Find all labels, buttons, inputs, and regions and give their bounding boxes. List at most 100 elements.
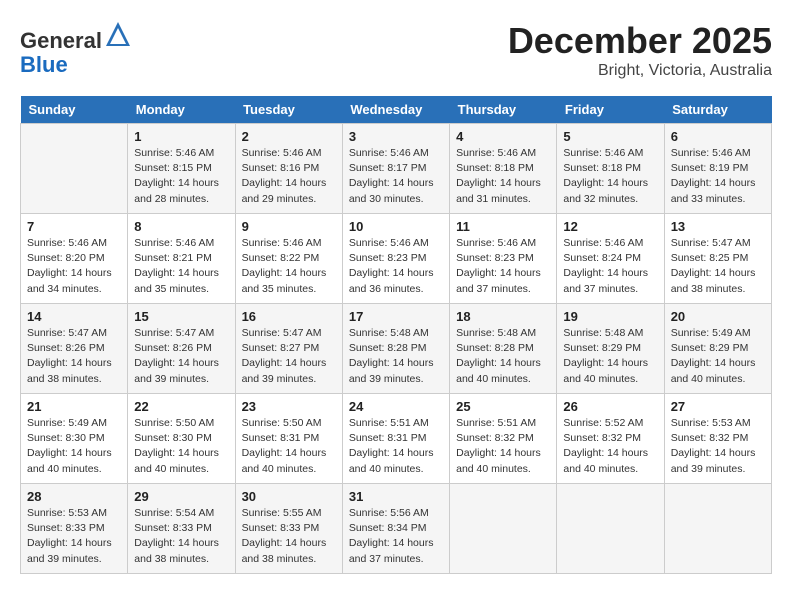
day-content: Sunrise: 5:47 AM Sunset: 8:26 PM Dayligh… [134, 326, 228, 387]
day-number: 6 [671, 129, 765, 144]
week-row-3: 14Sunrise: 5:47 AM Sunset: 8:26 PM Dayli… [21, 304, 772, 394]
day-number: 25 [456, 399, 550, 414]
day-content: Sunrise: 5:46 AM Sunset: 8:18 PM Dayligh… [456, 146, 550, 207]
week-row-2: 7 Sunrise: 5:46 AM Sunset: 8:20 PM Daylig… [21, 214, 772, 304]
calendar-cell: 12 Sunrise: 5:46 AM Sunset: 8:24 PM Dayli… [557, 214, 664, 304]
day-content: Sunrise: 5:46 AM Sunset: 8:20 PM Dayligh… [27, 236, 121, 297]
day-number: 18 [456, 309, 550, 324]
calendar-cell: 9 Sunrise: 5:46 AM Sunset: 8:22 PM Daylig… [235, 214, 342, 304]
day-content: Sunrise: 5:46 AM Sunset: 8:21 PM Dayligh… [134, 236, 228, 297]
day-content: Sunrise: 5:48 AM Sunset: 8:29 PM Dayligh… [563, 326, 657, 387]
day-content: Sunrise: 5:46 AM Sunset: 8:15 PM Dayligh… [134, 146, 228, 207]
calendar-cell: 8 Sunrise: 5:46 AM Sunset: 8:21 PM Daylig… [128, 214, 235, 304]
day-number: 15 [134, 309, 228, 324]
day-number: 27 [671, 399, 765, 414]
title-block: December 2025 Bright, Victoria, Australi… [508, 20, 772, 80]
logo-blue-text: Blue [20, 52, 68, 77]
calendar-cell: 7 Sunrise: 5:46 AM Sunset: 8:20 PM Daylig… [21, 214, 128, 304]
day-number: 8 [134, 219, 228, 234]
location: Bright, Victoria, Australia [508, 62, 772, 80]
calendar-cell: 6 Sunrise: 5:46 AM Sunset: 8:19 PM Daylig… [664, 124, 771, 214]
day-content: Sunrise: 5:46 AM Sunset: 8:19 PM Dayligh… [671, 146, 765, 207]
week-row-5: 28Sunrise: 5:53 AM Sunset: 8:33 PM Dayli… [21, 484, 772, 574]
day-number: 16 [242, 309, 336, 324]
day-number: 23 [242, 399, 336, 414]
day-content: Sunrise: 5:50 AM Sunset: 8:30 PM Dayligh… [134, 416, 228, 477]
calendar-cell: 5 Sunrise: 5:46 AM Sunset: 8:18 PM Daylig… [557, 124, 664, 214]
calendar-cell: 14Sunrise: 5:47 AM Sunset: 8:26 PM Dayli… [21, 304, 128, 394]
page-header: General Blue December 2025 Bright, Victo… [20, 20, 772, 80]
day-content: Sunrise: 5:51 AM Sunset: 8:31 PM Dayligh… [349, 416, 443, 477]
day-content: Sunrise: 5:47 AM Sunset: 8:27 PM Dayligh… [242, 326, 336, 387]
calendar-cell: 21Sunrise: 5:49 AM Sunset: 8:30 PM Dayli… [21, 394, 128, 484]
day-content: Sunrise: 5:46 AM Sunset: 8:23 PM Dayligh… [456, 236, 550, 297]
day-content: Sunrise: 5:50 AM Sunset: 8:31 PM Dayligh… [242, 416, 336, 477]
day-content: Sunrise: 5:55 AM Sunset: 8:33 PM Dayligh… [242, 506, 336, 567]
day-header-thursday: Thursday [450, 96, 557, 124]
calendar-cell: 24 Sunrise: 5:51 AM Sunset: 8:31 PM Dayli… [342, 394, 449, 484]
calendar-cell: 4 Sunrise: 5:46 AM Sunset: 8:18 PM Daylig… [450, 124, 557, 214]
day-number: 4 [456, 129, 550, 144]
day-number: 19 [563, 309, 657, 324]
day-number: 24 [349, 399, 443, 414]
calendar-cell: 26Sunrise: 5:52 AM Sunset: 8:32 PM Dayli… [557, 394, 664, 484]
day-content: Sunrise: 5:47 AM Sunset: 8:26 PM Dayligh… [27, 326, 121, 387]
day-content: Sunrise: 5:46 AM Sunset: 8:23 PM Dayligh… [349, 236, 443, 297]
calendar-cell: 29Sunrise: 5:54 AM Sunset: 8:33 PM Dayli… [128, 484, 235, 574]
day-number: 21 [27, 399, 121, 414]
day-content: Sunrise: 5:54 AM Sunset: 8:33 PM Dayligh… [134, 506, 228, 567]
calendar-cell: 30 Sunrise: 5:55 AM Sunset: 8:33 PM Dayli… [235, 484, 342, 574]
day-header-saturday: Saturday [664, 96, 771, 124]
logo-icon [104, 20, 132, 48]
calendar-cell: 20 Sunrise: 5:49 AM Sunset: 8:29 PM Dayli… [664, 304, 771, 394]
calendar-cell: 15 Sunrise: 5:47 AM Sunset: 8:26 PM Dayli… [128, 304, 235, 394]
week-row-4: 21Sunrise: 5:49 AM Sunset: 8:30 PM Dayli… [21, 394, 772, 484]
calendar-cell: 19 Sunrise: 5:48 AM Sunset: 8:29 PM Dayli… [557, 304, 664, 394]
calendar-cell: 31Sunrise: 5:56 AM Sunset: 8:34 PM Dayli… [342, 484, 449, 574]
day-header-wednesday: Wednesday [342, 96, 449, 124]
day-number: 9 [242, 219, 336, 234]
calendar-cell: 27 Sunrise: 5:53 AM Sunset: 8:32 PM Dayli… [664, 394, 771, 484]
day-number: 17 [349, 309, 443, 324]
calendar-cell: 16 Sunrise: 5:47 AM Sunset: 8:27 PM Dayli… [235, 304, 342, 394]
calendar-cell: 1 Sunrise: 5:46 AM Sunset: 8:15 PM Daylig… [128, 124, 235, 214]
calendar-cell: 3Sunrise: 5:46 AM Sunset: 8:17 PM Daylig… [342, 124, 449, 214]
calendar-cell: 11Sunrise: 5:46 AM Sunset: 8:23 PM Dayli… [450, 214, 557, 304]
calendar-cell: 25 Sunrise: 5:51 AM Sunset: 8:32 PM Dayli… [450, 394, 557, 484]
calendar-cell [557, 484, 664, 574]
day-content: Sunrise: 5:56 AM Sunset: 8:34 PM Dayligh… [349, 506, 443, 567]
calendar-cell [664, 484, 771, 574]
day-content: Sunrise: 5:48 AM Sunset: 8:28 PM Dayligh… [456, 326, 550, 387]
day-header-tuesday: Tuesday [235, 96, 342, 124]
day-number: 12 [563, 219, 657, 234]
day-number: 22 [134, 399, 228, 414]
day-number: 10 [349, 219, 443, 234]
day-number: 20 [671, 309, 765, 324]
day-number: 1 [134, 129, 228, 144]
day-number: 2 [242, 129, 336, 144]
day-number: 13 [671, 219, 765, 234]
day-content: Sunrise: 5:51 AM Sunset: 8:32 PM Dayligh… [456, 416, 550, 477]
calendar-cell: 18 Sunrise: 5:48 AM Sunset: 8:28 PM Dayli… [450, 304, 557, 394]
day-content: Sunrise: 5:53 AM Sunset: 8:32 PM Dayligh… [671, 416, 765, 477]
day-header-monday: Monday [128, 96, 235, 124]
logo-general-text: General [20, 28, 102, 53]
day-content: Sunrise: 5:46 AM Sunset: 8:22 PM Dayligh… [242, 236, 336, 297]
day-number: 30 [242, 489, 336, 504]
calendar-cell: 28Sunrise: 5:53 AM Sunset: 8:33 PM Dayli… [21, 484, 128, 574]
day-content: Sunrise: 5:46 AM Sunset: 8:16 PM Dayligh… [242, 146, 336, 207]
day-content: Sunrise: 5:46 AM Sunset: 8:24 PM Dayligh… [563, 236, 657, 297]
calendar-cell: 13Sunrise: 5:47 AM Sunset: 8:25 PM Dayli… [664, 214, 771, 304]
day-content: Sunrise: 5:48 AM Sunset: 8:28 PM Dayligh… [349, 326, 443, 387]
day-header-friday: Friday [557, 96, 664, 124]
day-number: 5 [563, 129, 657, 144]
calendar-cell: 17 Sunrise: 5:48 AM Sunset: 8:28 PM Dayli… [342, 304, 449, 394]
calendar-cell: 2 Sunrise: 5:46 AM Sunset: 8:16 PM Daylig… [235, 124, 342, 214]
day-number: 7 [27, 219, 121, 234]
day-number: 26 [563, 399, 657, 414]
calendar-cell: 23 Sunrise: 5:50 AM Sunset: 8:31 PM Dayli… [235, 394, 342, 484]
calendar-table: SundayMondayTuesdayWednesdayThursdayFrid… [20, 96, 772, 574]
day-content: Sunrise: 5:49 AM Sunset: 8:29 PM Dayligh… [671, 326, 765, 387]
day-number: 28 [27, 489, 121, 504]
day-content: Sunrise: 5:46 AM Sunset: 8:18 PM Dayligh… [563, 146, 657, 207]
